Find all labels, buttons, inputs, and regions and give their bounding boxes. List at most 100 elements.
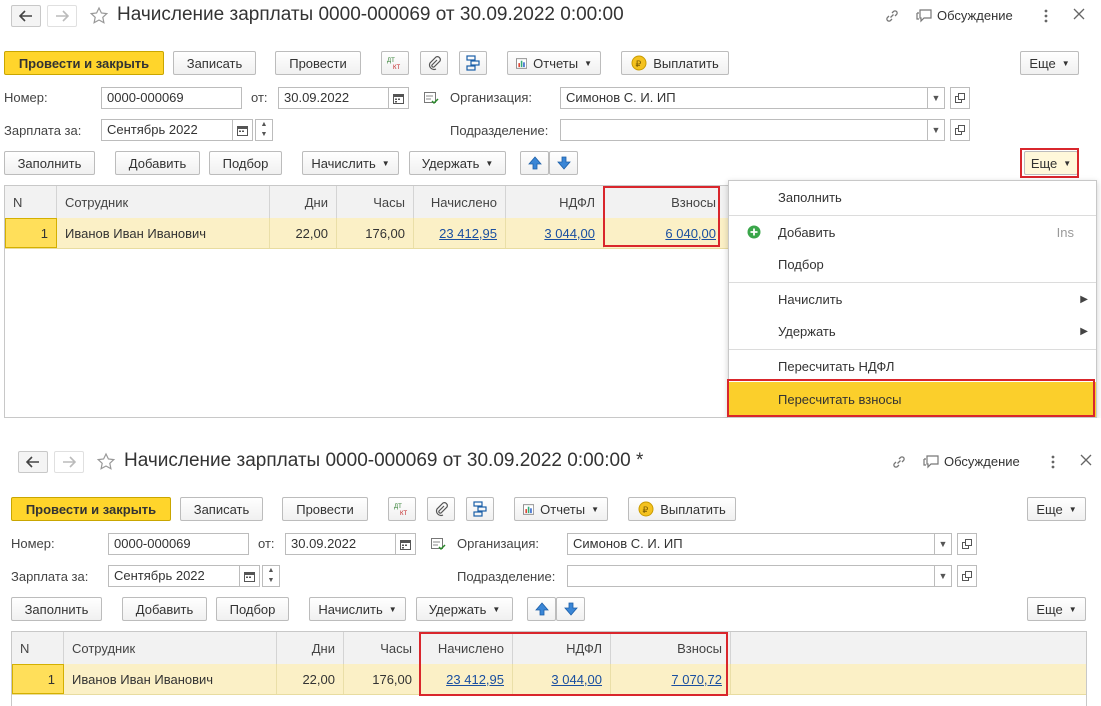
col-hours[interactable]: Часы bbox=[337, 186, 414, 218]
cell-accrued[interactable]: 23 412,95 bbox=[414, 218, 506, 248]
fill-button[interactable]: Заполнить bbox=[11, 597, 102, 621]
cell-days[interactable]: 22,00 bbox=[277, 664, 344, 694]
menu-fill[interactable]: Заполнить bbox=[729, 181, 1096, 213]
save-button[interactable]: Записать bbox=[180, 497, 263, 521]
pay-button[interactable]: ₽ Выплатить bbox=[621, 51, 729, 75]
attach-button[interactable] bbox=[427, 497, 455, 521]
table-more-button[interactable]: Еще ▼ bbox=[1027, 597, 1086, 621]
cell-employee[interactable]: Иванов Иван Иванович bbox=[57, 218, 270, 248]
menu-recalc-contrib[interactable]: Пересчитать взносы bbox=[729, 382, 1096, 417]
accruals-table[interactable]: N Сотрудник Дни Часы Начислено НДФЛ Взно… bbox=[11, 631, 1087, 706]
chevron-up-icon[interactable]: ▲ bbox=[263, 566, 279, 576]
ndfl-link[interactable]: 3 044,00 bbox=[544, 226, 595, 241]
number-field[interactable]: 0000-000069 bbox=[108, 533, 249, 555]
col-days[interactable]: Дни bbox=[277, 632, 344, 664]
cell-contrib[interactable]: 6 040,00 bbox=[604, 218, 724, 248]
col-ndfl[interactable]: НДФЛ bbox=[506, 186, 604, 218]
ndfl-link[interactable]: 3 044,00 bbox=[551, 672, 602, 687]
reports-button[interactable]: Отчеты ▼ bbox=[514, 497, 608, 521]
organization-dropdown-button[interactable]: ▼ bbox=[934, 533, 952, 555]
withhold-button[interactable]: Удержать ▼ bbox=[416, 597, 513, 621]
move-down-button[interactable] bbox=[549, 151, 578, 175]
col-contrib[interactable]: Взносы bbox=[611, 632, 731, 664]
col-accrued[interactable]: Начислено bbox=[421, 632, 513, 664]
calendar-button[interactable] bbox=[388, 87, 409, 109]
discussion-icon[interactable] bbox=[923, 454, 940, 470]
back-button[interactable] bbox=[18, 451, 48, 473]
pay-button[interactable]: ₽ Выплатить bbox=[628, 497, 736, 521]
move-up-button[interactable] bbox=[520, 151, 549, 175]
menu-withhold[interactable]: Удержать ▶ bbox=[729, 315, 1096, 347]
chevron-down-icon[interactable]: ▼ bbox=[256, 130, 272, 140]
col-days[interactable]: Дни bbox=[270, 186, 337, 218]
discussion-icon[interactable] bbox=[916, 8, 933, 24]
forward-button[interactable] bbox=[54, 451, 84, 473]
attach-button[interactable] bbox=[420, 51, 448, 75]
department-field[interactable] bbox=[567, 565, 935, 587]
date-field[interactable]: 30.09.2022 bbox=[285, 533, 396, 555]
cell-ndfl[interactable]: 3 044,00 bbox=[513, 664, 611, 694]
post-button[interactable]: Провести bbox=[282, 497, 368, 521]
contrib-link[interactable]: 6 040,00 bbox=[665, 226, 716, 241]
organization-open-button[interactable] bbox=[950, 87, 970, 109]
structure-button[interactable] bbox=[459, 51, 487, 75]
chevron-down-icon[interactable]: ▼ bbox=[263, 576, 279, 586]
table-row[interactable]: 1 Иванов Иван Иванович 22,00 176,00 23 4… bbox=[5, 218, 729, 249]
period-stepper[interactable]: ▲ ▼ bbox=[255, 119, 273, 141]
organization-open-button[interactable] bbox=[957, 533, 977, 555]
star-icon[interactable] bbox=[89, 6, 109, 26]
cell-hours[interactable]: 176,00 bbox=[337, 218, 414, 248]
reports-button[interactable]: Отчеты ▼ bbox=[507, 51, 601, 75]
col-accrued[interactable]: Начислено bbox=[414, 186, 506, 218]
cell-n[interactable]: 1 bbox=[5, 218, 57, 248]
more-button[interactable]: Еще ▼ bbox=[1027, 497, 1086, 521]
accrued-link[interactable]: 23 412,95 bbox=[446, 672, 504, 687]
cell-ndfl[interactable]: 3 044,00 bbox=[506, 218, 604, 248]
col-n[interactable]: N bbox=[5, 186, 57, 218]
col-hours[interactable]: Часы bbox=[344, 632, 421, 664]
department-dropdown-button[interactable]: ▼ bbox=[927, 119, 945, 141]
document-check-icon[interactable] bbox=[431, 538, 446, 551]
move-down-button[interactable] bbox=[556, 597, 585, 621]
table-more-button[interactable]: Еще ▼ bbox=[1024, 151, 1078, 175]
cell-employee[interactable]: Иванов Иван Иванович bbox=[64, 664, 277, 694]
post-and-close-button[interactable]: Провести и закрыть bbox=[11, 497, 171, 521]
discussion-label[interactable]: Обсуждение bbox=[937, 8, 1013, 23]
col-n[interactable]: N bbox=[12, 632, 64, 664]
salary-period-field[interactable]: Сентябрь 2022 bbox=[101, 119, 233, 141]
menu-recalc-ndfl[interactable]: Пересчитать НДФЛ bbox=[729, 350, 1096, 382]
table-row[interactable]: 1 Иванов Иван Иванович 22,00 176,00 23 4… bbox=[12, 664, 1086, 695]
more-vertical-icon[interactable] bbox=[1050, 454, 1056, 470]
select-button[interactable]: Подбор bbox=[209, 151, 282, 175]
post-and-close-button[interactable]: Провести и закрыть bbox=[4, 51, 164, 75]
more-vertical-icon[interactable] bbox=[1043, 8, 1049, 24]
back-button[interactable] bbox=[11, 5, 41, 27]
organization-field[interactable]: Симонов С. И. ИП bbox=[567, 533, 935, 555]
department-open-button[interactable] bbox=[957, 565, 977, 587]
department-dropdown-button[interactable]: ▼ bbox=[934, 565, 952, 587]
select-button[interactable]: Подбор bbox=[216, 597, 289, 621]
cell-accrued[interactable]: 23 412,95 bbox=[421, 664, 513, 694]
withhold-button[interactable]: Удержать ▼ bbox=[409, 151, 506, 175]
col-employee[interactable]: Сотрудник bbox=[64, 632, 277, 664]
organization-dropdown-button[interactable]: ▼ bbox=[927, 87, 945, 109]
more-button[interactable]: Еще ▼ bbox=[1020, 51, 1079, 75]
star-icon[interactable] bbox=[96, 452, 116, 472]
forward-button[interactable] bbox=[47, 5, 77, 27]
department-open-button[interactable] bbox=[950, 119, 970, 141]
contrib-link[interactable]: 7 070,72 bbox=[671, 672, 722, 687]
structure-button[interactable] bbox=[466, 497, 494, 521]
menu-add[interactable]: Добавить Ins bbox=[729, 216, 1096, 248]
cell-n[interactable]: 1 bbox=[12, 664, 64, 694]
accrued-link[interactable]: 23 412,95 bbox=[439, 226, 497, 241]
number-field[interactable]: 0000-000069 bbox=[101, 87, 242, 109]
salary-period-field[interactable]: Сентябрь 2022 bbox=[108, 565, 240, 587]
cell-hours[interactable]: 176,00 bbox=[344, 664, 421, 694]
chevron-up-icon[interactable]: ▲ bbox=[256, 120, 272, 130]
add-button[interactable]: Добавить bbox=[115, 151, 200, 175]
link-icon[interactable] bbox=[891, 454, 907, 470]
save-button[interactable]: Записать bbox=[173, 51, 256, 75]
accrue-button[interactable]: Начислить ▼ bbox=[302, 151, 399, 175]
link-icon[interactable] bbox=[884, 8, 900, 24]
period-stepper[interactable]: ▲ ▼ bbox=[262, 565, 280, 587]
